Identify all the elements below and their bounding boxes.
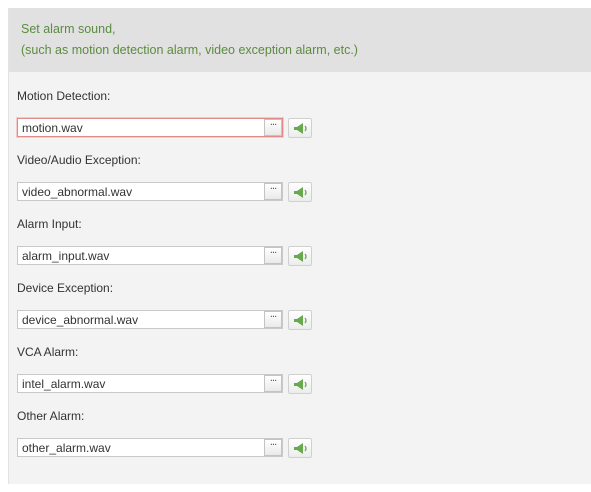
speaker-icon <box>294 315 307 326</box>
info-text-line2: (such as motion detection alarm, video e… <box>21 43 358 57</box>
motion-detection-sound-input[interactable] <box>17 118 283 137</box>
alarm-sound-panel: Set alarm sound, (such as motion detecti… <box>8 8 591 484</box>
other-alarm-play-button[interactable] <box>288 438 312 458</box>
speaker-icon <box>294 443 307 454</box>
alarm-input-sound-input[interactable] <box>17 246 283 265</box>
alarm-input-browse-button[interactable]: ··· <box>264 247 282 264</box>
speaker-icon <box>294 123 307 134</box>
speaker-icon <box>294 251 307 262</box>
device-exception-play-button[interactable] <box>288 310 312 330</box>
alarm-input-label: Alarm Input: <box>17 217 82 231</box>
device-exception-browse-button[interactable]: ··· <box>264 311 282 328</box>
speaker-icon <box>294 379 307 390</box>
speaker-icon <box>294 187 307 198</box>
video-audio-exception-browse-button[interactable]: ··· <box>264 183 282 200</box>
video-audio-exception-label: Video/Audio Exception: <box>17 153 141 167</box>
other-alarm-sound-input[interactable] <box>17 438 283 457</box>
info-box: Set alarm sound, (such as motion detecti… <box>9 8 591 72</box>
other-alarm-browse-button[interactable]: ··· <box>264 439 282 456</box>
other-alarm-label: Other Alarm: <box>17 409 85 423</box>
motion-detection-label: Motion Detection: <box>17 89 111 103</box>
vca-alarm-label: VCA Alarm: <box>17 345 79 359</box>
device-exception-label: Device Exception: <box>17 281 114 295</box>
motion-detection-browse-button[interactable]: ··· <box>264 119 282 136</box>
info-text-line1: Set alarm sound, <box>21 22 116 36</box>
vca-alarm-browse-button[interactable]: ··· <box>264 375 282 392</box>
alarm-input-play-button[interactable] <box>288 246 312 266</box>
device-exception-sound-input[interactable] <box>17 310 283 329</box>
vca-alarm-play-button[interactable] <box>288 374 312 394</box>
video-audio-exception-sound-input[interactable] <box>17 182 283 201</box>
motion-detection-play-button[interactable] <box>288 118 312 138</box>
video-audio-exception-play-button[interactable] <box>288 182 312 202</box>
vca-alarm-sound-input[interactable] <box>17 374 283 393</box>
